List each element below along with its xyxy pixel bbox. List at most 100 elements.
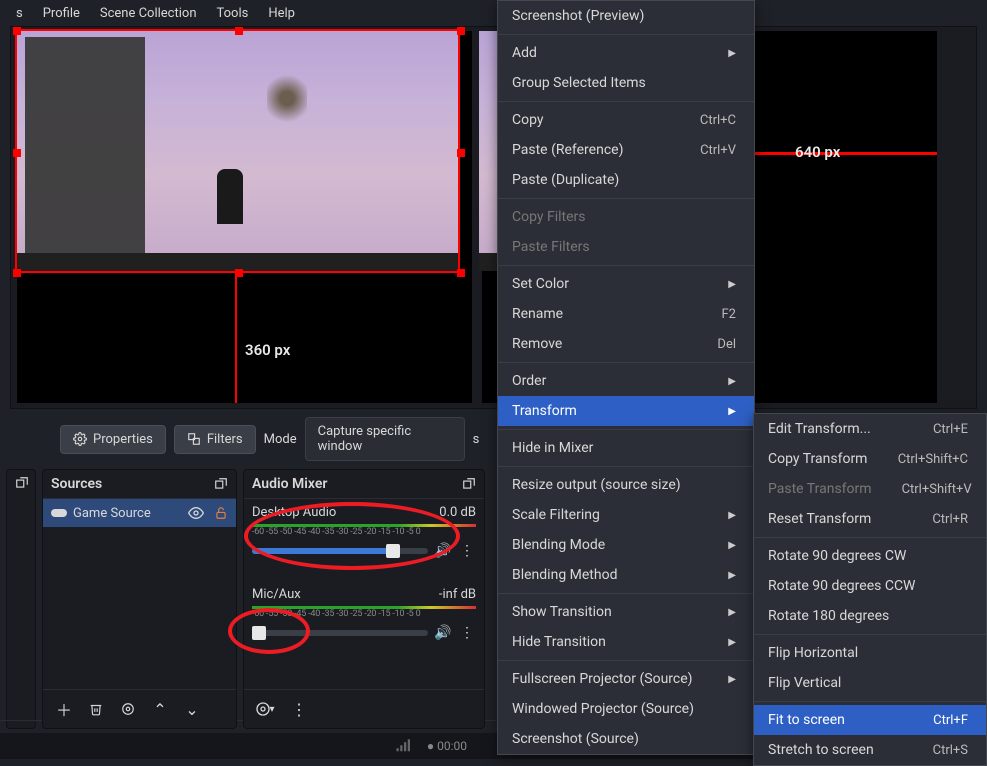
chevron-right-icon: ▶ [728, 607, 736, 618]
popout-icon[interactable] [15, 476, 29, 490]
menu-item[interactable]: CopyCtrl+C [498, 105, 754, 135]
game-panel [25, 37, 145, 265]
menu-item[interactable]: Blending Method▶ [498, 560, 754, 590]
guide-line [235, 275, 237, 403]
menu-item[interactable]: Fit to screen Ctrl+F [754, 705, 986, 735]
menu-item[interactable]: Screenshot (Source) [498, 724, 754, 754]
speaker-icon[interactable]: 🔊 [434, 543, 452, 559]
menu-item-label: Copy Transform [768, 451, 867, 467]
trash-icon [89, 702, 103, 716]
menu-item[interactable]: Set Color▶ [498, 269, 754, 299]
menu-item-label: Screenshot (Preview) [512, 8, 644, 24]
menu-item[interactable]: Copy TransformCtrl+Shift+C [754, 444, 986, 474]
gear-icon [121, 702, 135, 716]
properties-button[interactable]: Properties [60, 425, 166, 454]
dots-icon[interactable]: ⋮ [458, 543, 476, 559]
menu-item[interactable]: Fullscreen Projector (Source)▶ [498, 664, 754, 694]
context-menu[interactable]: Screenshot (Preview) Add▶Group Selected I… [497, 0, 755, 755]
scenes-dock[interactable]: ⋮ [6, 469, 36, 729]
mode-combo[interactable]: Capture specific window [305, 417, 465, 461]
slider-thumb[interactable] [252, 626, 266, 640]
menu-item[interactable]: Group Selected Items [498, 68, 754, 98]
chevron-right-icon: ▶ [728, 540, 736, 551]
add-button[interactable]: ＋ [51, 696, 77, 722]
filters-button[interactable]: Filters [174, 425, 256, 454]
menu-item[interactable]: Paste (Reference)Ctrl+V [498, 135, 754, 165]
menu-item[interactable]: Order▶ [498, 366, 754, 396]
menu-item[interactable]: Stretch to screenCtrl+S [754, 735, 986, 765]
menu-item[interactable]: Profile [33, 2, 90, 25]
menu-item[interactable]: Help [258, 2, 305, 25]
menubar[interactable]: s Profile Scene Collection Tools Help [0, 0, 987, 26]
menu-item[interactable]: Paste (Duplicate) [498, 165, 754, 195]
move-down-button[interactable]: ⌄ [179, 696, 205, 722]
menu-item[interactable]: Scale Filtering▶ [498, 500, 754, 530]
menu-item-label: Reset Transform [768, 511, 871, 527]
menu-item[interactable]: Resize output (source size) [498, 470, 754, 500]
menu-item[interactable]: Hide in Mixer [498, 433, 754, 463]
source-props-button[interactable] [115, 696, 141, 722]
menu-item-label: Paste Filters [512, 239, 590, 255]
source-name: Game Source [73, 506, 151, 521]
menu-item[interactable]: Tools [207, 2, 259, 25]
menu-item[interactable]: Add▶ [498, 38, 754, 68]
game-toolbar [17, 253, 460, 271]
properties-label: Properties [93, 432, 153, 447]
speaker-icon[interactable]: 🔊 [434, 625, 452, 641]
menu-item[interactable]: Hide Transition▶ [498, 627, 754, 657]
popout-icon[interactable] [462, 477, 476, 491]
menu-item-label: Hide in Mixer [512, 440, 593, 456]
slider-thumb[interactable] [386, 544, 400, 558]
move-up-button[interactable]: ⌃ [147, 696, 173, 722]
preview-edit[interactable]: 360 px [17, 31, 472, 403]
menu-item-label: Rename [512, 306, 563, 322]
menu-item[interactable]: Scene Collection [90, 2, 207, 25]
chevron-right-icon: ▶ [728, 674, 736, 685]
menu-item-label: Copy Filters [512, 209, 586, 225]
db-ticks: -60 -55 -50 -45 -40 -35 -30 -25 -20 -15 … [252, 527, 476, 537]
menu-item[interactable]: RemoveDel [498, 329, 754, 359]
mixer-toolbar: ▾ ⋮ [244, 689, 484, 728]
menu-item[interactable]: Rotate 180 degrees [754, 601, 986, 631]
menu-item[interactable]: RenameF2 [498, 299, 754, 329]
menu-item-label: Fit to screen [768, 712, 845, 728]
menu-item-label: Edit Transform... [768, 421, 871, 437]
source-row[interactable]: Game Source [43, 499, 236, 527]
audio-mixer-dock[interactable]: Audio Mixer Desktop Audio 0.0 dB -60 -55… [243, 469, 485, 729]
menu-item[interactable]: Screenshot (Preview) [498, 1, 754, 31]
menu-item[interactable]: Rotate 90 degrees CCW [754, 571, 986, 601]
menu-item-label: Flip Vertical [768, 675, 841, 691]
menu-item-label: Rotate 90 degrees CCW [768, 578, 915, 594]
advanced-audio-button[interactable]: ▾ [252, 696, 278, 722]
menu-item[interactable]: Edit Transform... Ctrl+E [754, 414, 986, 444]
menu-item[interactable]: Flip Vertical [754, 668, 986, 698]
menu-item-label: Windowed Projector (Source) [512, 701, 694, 717]
dots-icon[interactable]: ⋮ [458, 625, 476, 641]
shortcut-label: Ctrl+R [932, 512, 968, 527]
sources-dock[interactable]: Sources Game Source ＋ ⌃ ⌄ [42, 469, 237, 729]
menu-item[interactable]: Windowed Projector (Source) [498, 694, 754, 724]
menu-item[interactable]: Show Transition▶ [498, 597, 754, 627]
remove-button[interactable] [83, 696, 109, 722]
menu-item[interactable]: s [6, 2, 33, 25]
shortcut-label: Ctrl+E [933, 422, 968, 437]
eye-icon[interactable] [188, 505, 204, 521]
dots-icon[interactable]: ⋮ [286, 696, 312, 722]
shortcut-label: Ctrl+F [933, 713, 968, 728]
chevron-right-icon: ▶ [728, 279, 736, 290]
menu-item[interactable]: Blending Mode▶ [498, 530, 754, 560]
transform-submenu[interactable]: Edit Transform...Ctrl+ECopy TransformCtr… [753, 413, 987, 766]
game-tree [267, 71, 307, 126]
menu-item-label: Copy [512, 112, 544, 128]
menu-item[interactable]: Reset Transform Ctrl+R [754, 504, 986, 534]
lock-icon[interactable] [214, 506, 228, 520]
gamepad-icon [51, 507, 67, 519]
volume-slider[interactable] [252, 630, 428, 636]
track-level: 0.0 dB [439, 505, 476, 520]
menu-item[interactable]: Rotate 90 degrees CW [754, 541, 986, 571]
menu-item[interactable]: Flip Horizontal [754, 638, 986, 668]
menu-item-label: Scale Filtering [512, 507, 600, 523]
popout-icon[interactable] [214, 477, 228, 491]
menu-item[interactable]: Transform▶ [498, 396, 754, 426]
volume-slider[interactable] [252, 548, 428, 554]
